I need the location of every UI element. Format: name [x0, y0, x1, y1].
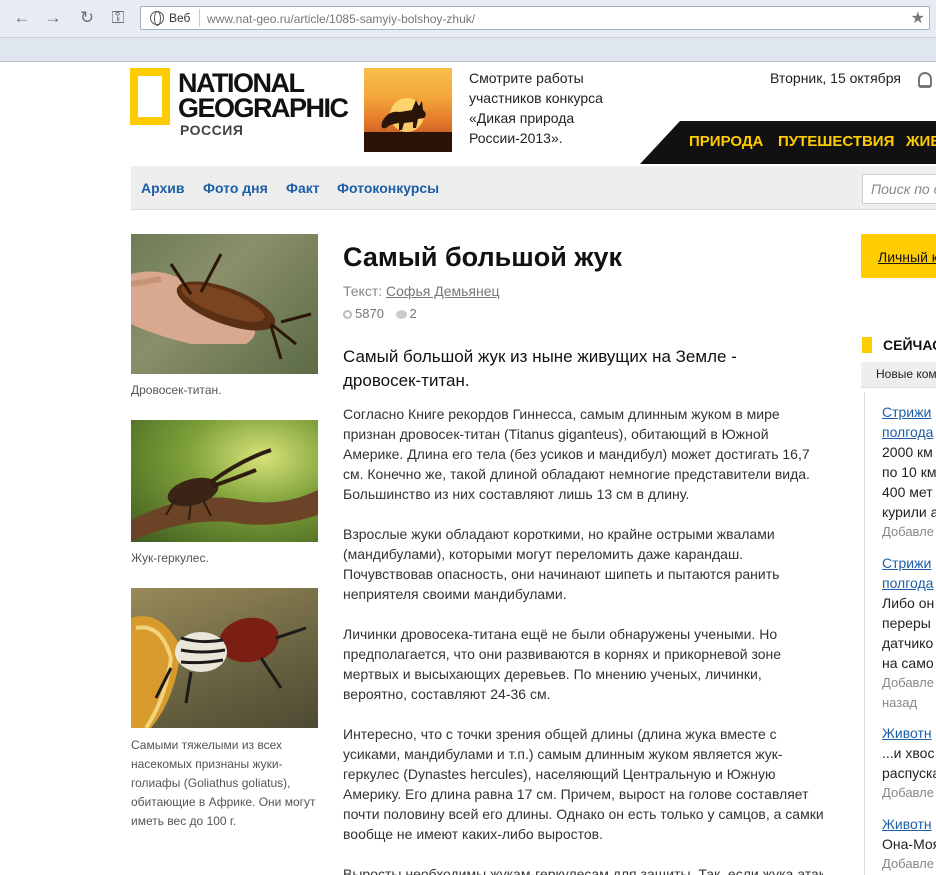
sidebar-comment-text: Либо он	[882, 595, 935, 611]
article-paragraph: Интересно, что с точки зрения общей длин…	[343, 726, 824, 842]
back-arrow-icon[interactable]: ←	[12, 9, 32, 27]
sidebar-comment-text: курили а	[882, 504, 936, 520]
hercules-beetle-photo[interactable]	[131, 420, 318, 542]
article-title: Самый большой жук	[343, 242, 622, 272]
subnav-photo-contests[interactable]: Фотоконкурсы	[337, 180, 439, 196]
sidebar-divider	[864, 392, 865, 875]
sidebar-comment-meta: Добавле	[882, 785, 934, 800]
sidebar-comment-text: по 10 км	[882, 464, 936, 480]
article-byline: Текст: Софья Демьянец	[343, 283, 500, 299]
national-geographic-logo[interactable]: NATIONAL GEOGRAPHIC РОССИЯ	[130, 68, 349, 140]
personal-account-link[interactable]: Личный к	[878, 249, 936, 265]
article-lead: Самый большой жук из ныне живущих на Зем…	[343, 347, 737, 390]
comments-tab-bar: Новые ком	[861, 362, 936, 388]
main-nav: ПРИРОДА ПУТЕШЕСТВИЯ ЖИВ	[640, 121, 936, 164]
sidebar-comment-link[interactable]: полгода	[882, 422, 933, 442]
comments-icon[interactable]	[395, 310, 407, 319]
promo-text[interactable]: Смотрите работы участников конкурса «Дик…	[469, 68, 629, 148]
hercules-beetle-illustration	[131, 448, 318, 542]
sidebar-comment-text: 400 мет	[882, 484, 933, 500]
promo-ground	[364, 132, 452, 152]
goliath-beetle-photo[interactable]	[131, 588, 318, 728]
url-text[interactable]: www.nat-geo.ru/article/1085-samyiy-bolsh…	[207, 12, 475, 26]
author-link[interactable]: Софья Демьянец	[386, 283, 499, 299]
article-paragraph: Выросты необходимы жукам-геркулесам для …	[343, 866, 823, 875]
titan-beetle-illustration	[131, 253, 312, 360]
logo-line-3: РОССИЯ	[180, 122, 244, 138]
image-caption-3: Самыми тяжелыми из всех насекомых призна…	[131, 738, 316, 828]
reload-icon[interactable]: ↻	[77, 9, 97, 27]
byline-label: Текст:	[343, 283, 383, 299]
article-stats: 5870 2	[343, 306, 417, 321]
sidebar-comment-meta: Добавле	[882, 524, 934, 539]
globe-icon	[150, 11, 164, 26]
bookmarks-bar	[0, 37, 936, 61]
sidebar-comment-text: 2000 км	[882, 444, 933, 460]
fox-silhouette-icon	[381, 100, 426, 130]
search-input[interactable]: Поиск по с	[862, 174, 936, 204]
promo-fox-image[interactable]	[364, 68, 452, 152]
image-caption-1: Дровосек-титан.	[131, 383, 222, 397]
yellow-frame-icon	[130, 68, 170, 125]
forward-arrow-icon[interactable]: →	[43, 9, 63, 27]
article-paragraph: Личинки дровосека-титана ещё не были обн…	[343, 626, 782, 702]
lock-icon[interactable]	[918, 72, 932, 88]
sidebar-comment-meta: Добавле	[882, 856, 934, 871]
goliath-beetle-illustration	[131, 616, 307, 728]
subnav-archive[interactable]: Архив	[141, 180, 184, 196]
sub-nav: Архив Фото дня Факт Фотоконкурсы	[131, 166, 936, 210]
subnav-photo-of-day[interactable]: Фото дня	[203, 180, 268, 196]
sidebar-comment-text: переры	[882, 615, 931, 631]
sidebar-comment-text: ...и хвос	[882, 745, 935, 761]
sidebar-comment-link[interactable]: Стрижи	[882, 553, 931, 573]
bookmark-star-icon[interactable]: ★	[911, 8, 925, 28]
sidebar-comment-link[interactable]: Животн	[882, 814, 932, 834]
section-marker	[862, 337, 872, 353]
nav-item-travel[interactable]: ПУТЕШЕСТВИЯ	[778, 134, 894, 150]
nav-item-animals[interactable]: ЖИВ	[906, 134, 936, 150]
web-label: Веб	[169, 11, 191, 25]
sidebar-comment-link[interactable]: Животн	[882, 723, 932, 743]
comments-count[interactable]: 2	[410, 306, 417, 321]
key-icon[interactable]: ⚿	[108, 9, 128, 27]
sidebar-comment-meta: назад	[882, 695, 918, 710]
sidebar-comment-text: распуска	[882, 765, 936, 781]
sidebar-comment-link[interactable]: полгода	[882, 573, 933, 593]
current-date: Вторник, 15 октября	[770, 70, 901, 86]
sidebar-comment-link[interactable]: Стрижи	[882, 402, 931, 422]
views-icon	[343, 310, 352, 319]
address-bar[interactable]: Веб www.nat-geo.ru/article/1085-samyiy-b…	[140, 6, 930, 30]
image-caption-2: Жук-геркулес.	[131, 551, 209, 565]
nav-item-nature[interactable]: ПРИРОДА	[689, 134, 763, 150]
now-heading: СЕЙЧАС	[883, 337, 936, 353]
personal-account-box[interactable]: Личный к	[861, 234, 936, 278]
browser-toolbar: ← → ↻ ⚿ Веб www.nat-geo.ru/article/1085-…	[0, 0, 936, 62]
subnav-fact[interactable]: Факт	[286, 180, 320, 196]
article-paragraph: Согласно Книге рекордов Гиннесса, самым …	[343, 406, 810, 502]
sidebar-comment-meta: Добавле	[882, 675, 934, 690]
address-separator	[199, 9, 200, 27]
sidebar-comment-text: на само	[882, 655, 934, 671]
logo-line-2: GEOGRAPHIC	[178, 93, 349, 123]
views-count: 5870	[355, 306, 384, 321]
sidebar-comment-text: Она-Моя	[882, 836, 936, 852]
sidebar-comment-text: датчико	[882, 635, 934, 651]
article-paragraph: Взрослые жуки обладают короткими, но кра…	[343, 526, 780, 602]
titan-beetle-photo[interactable]	[131, 234, 318, 374]
tab-new-comments[interactable]: Новые ком	[876, 367, 936, 381]
